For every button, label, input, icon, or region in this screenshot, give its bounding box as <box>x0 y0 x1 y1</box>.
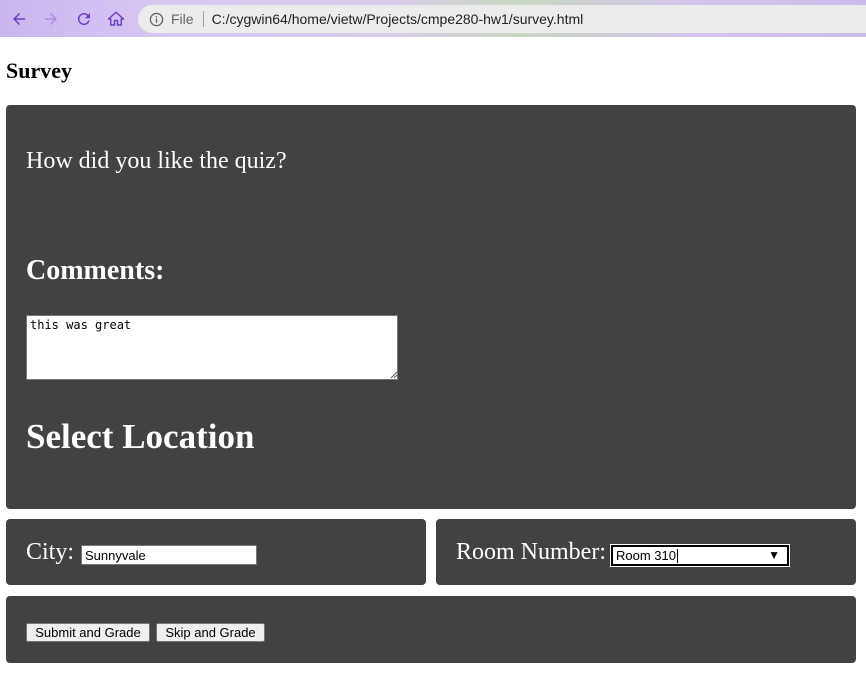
back-button[interactable] <box>8 8 30 30</box>
text-cursor <box>676 548 678 563</box>
room-select-value: Room 310 <box>616 548 676 563</box>
address-bar[interactable]: File C:/cygwin64/home/vietw/Projects/cmp… <box>138 5 866 33</box>
info-icon[interactable] <box>148 11 164 27</box>
skip-and-grade-button[interactable]: Skip and Grade <box>156 623 265 642</box>
reload-button[interactable] <box>73 8 95 30</box>
scheme-label: File <box>171 11 194 27</box>
reload-icon <box>77 13 90 26</box>
comments-textarea[interactable]: this was great <box>26 315 398 380</box>
city-input[interactable]: Sunnyvale <box>81 545 257 565</box>
resize-grip-icon[interactable] <box>389 370 398 379</box>
city-panel: City: Sunnyvale <box>6 519 426 585</box>
submit-and-grade-button[interactable]: Submit and Grade <box>26 623 150 642</box>
city-input-value: Sunnyvale <box>85 547 146 563</box>
room-number-select[interactable]: Room 310 ▼ <box>610 544 790 567</box>
home-icon <box>107 11 125 26</box>
dropdown-arrow-icon: ▼ <box>768 548 780 562</box>
back-arrow-icon <box>13 13 25 25</box>
location-heading: Select Location <box>26 417 255 456</box>
browser-toolbar: File C:/cygwin64/home/vietw/Projects/cmp… <box>0 0 866 37</box>
forward-button[interactable] <box>40 8 62 30</box>
home-button[interactable] <box>105 8 127 30</box>
question-text: How did you like the quiz? <box>26 148 287 174</box>
page-title: Survey <box>6 58 72 83</box>
url-text[interactable]: C:/cygwin64/home/vietw/Projects/cmpe280-… <box>212 11 584 27</box>
forward-arrow-icon <box>45 13 57 25</box>
comments-heading: Comments: <box>26 255 165 286</box>
actions-panel: Submit and Grade Skip and Grade <box>6 596 856 663</box>
city-label: City: <box>26 539 75 565</box>
room-panel: Room Number: Room 310 ▼ <box>436 519 856 585</box>
room-number-label: Room Number: <box>456 539 606 565</box>
survey-panel: How did you like the quiz? Comments: thi… <box>6 105 856 509</box>
address-divider <box>202 11 204 27</box>
